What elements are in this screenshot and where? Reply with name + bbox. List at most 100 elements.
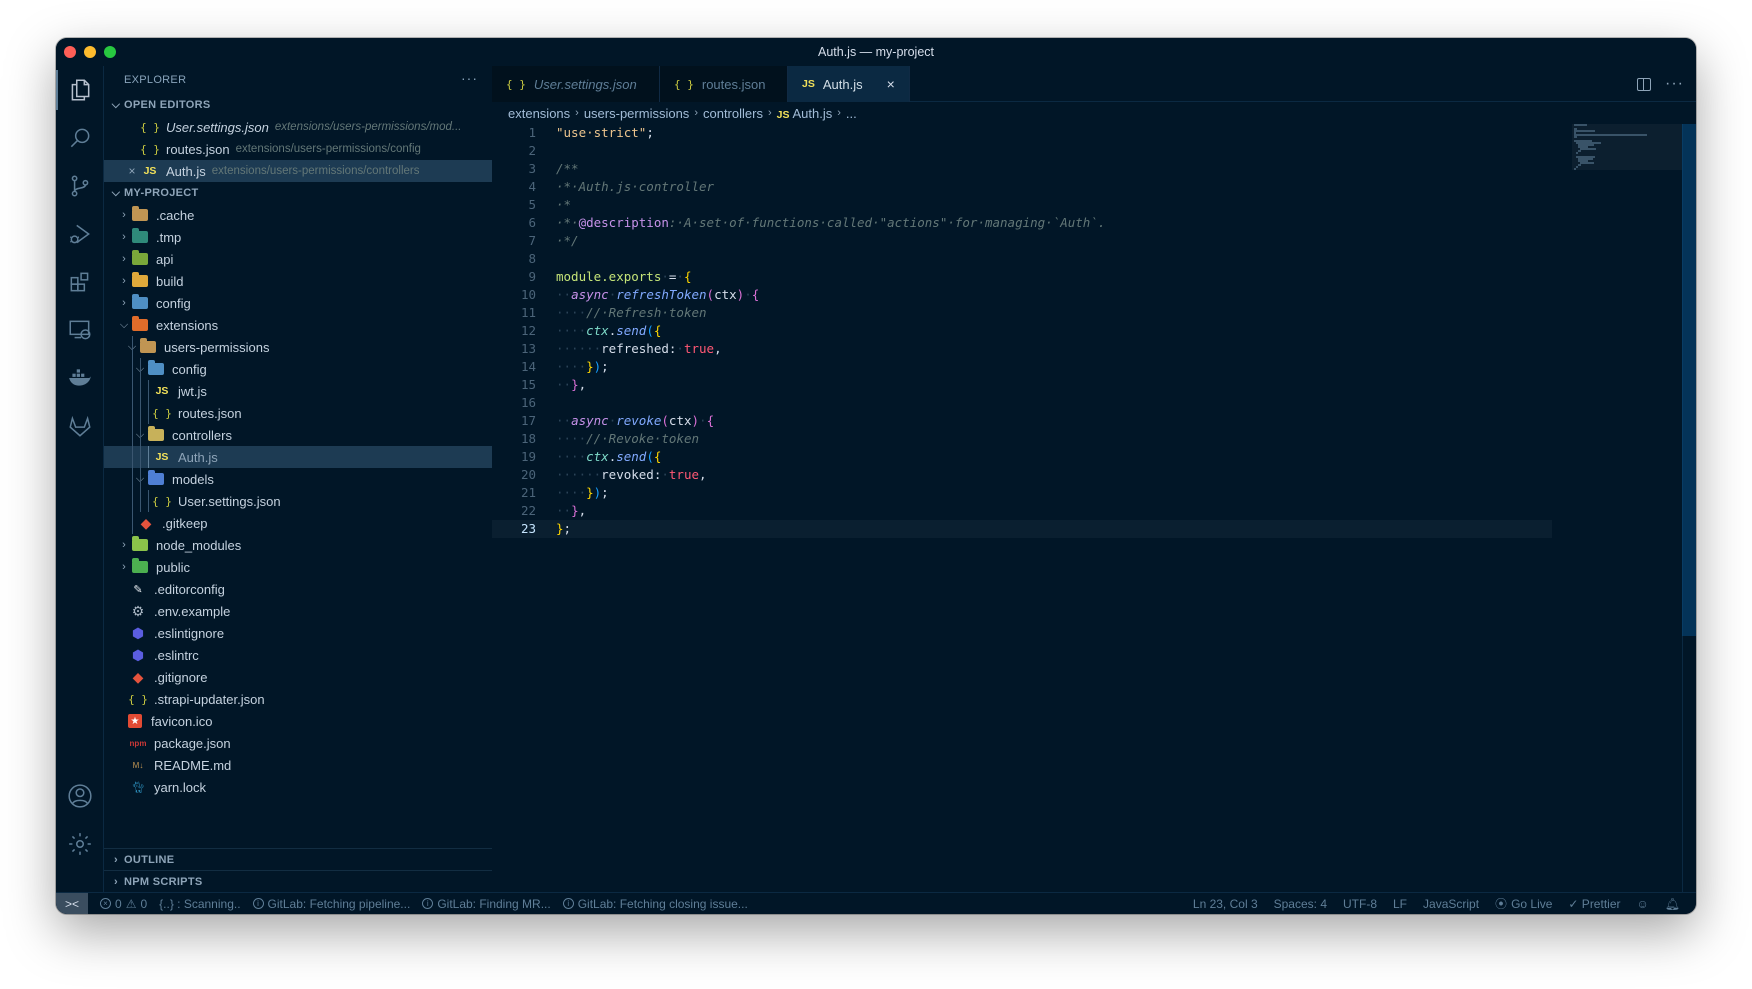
npm-scripts-section[interactable]: › NPM SCRIPTS [104, 870, 492, 892]
activity-run-debug[interactable] [56, 210, 104, 258]
chevron-right-icon[interactable]: › [116, 231, 132, 243]
tree-item[interactable]: ›{ }User.settings.json [104, 490, 492, 512]
code-line[interactable]: 8 [492, 250, 1552, 268]
activity-remote-explorer[interactable] [56, 306, 104, 354]
close-tab-icon[interactable]: × [887, 76, 895, 92]
chevron-right-icon[interactable]: › [116, 539, 132, 551]
code-line[interactable]: 5 ·* [492, 196, 1552, 214]
tree-item[interactable]: ⌵config [104, 358, 492, 380]
breadcrumb-item[interactable]: controllers [703, 106, 763, 121]
tree-item[interactable]: ›🐈︎yarn.lock [104, 776, 492, 798]
tree-item[interactable]: ›JSAuth.js [104, 446, 492, 468]
code-line[interactable]: 2 [492, 142, 1552, 160]
code-line[interactable]: 19 ····ctx.send({ [492, 448, 1552, 466]
remote-indicator[interactable]: >< [56, 892, 88, 914]
tree-item[interactable]: ›{ }.strapi-updater.json [104, 688, 492, 710]
problems-indicator[interactable]: × 0 ⚠ 0 [100, 897, 147, 911]
tree-item[interactable]: ⌵controllers [104, 424, 492, 446]
go-live-button[interactable]: ⦿ Go Live [1495, 895, 1552, 912]
scanning-status[interactable]: {..} : Scanning.. [159, 897, 240, 911]
chevron-right-icon[interactable]: › [116, 209, 132, 221]
tab-user-settings-json[interactable]: { } User.settings.json [492, 66, 660, 102]
code-line[interactable]: 12 ····ctx.send({ [492, 322, 1552, 340]
chevron-right-icon[interactable]: › [116, 561, 132, 573]
tree-item[interactable]: ⌵models [104, 468, 492, 490]
code-line[interactable]: 23}; [492, 520, 1552, 538]
gitlab-issue-status[interactable]: i GitLab: Fetching closing issue... [562, 897, 748, 911]
code-line[interactable]: 6 ·*·@description:·A·set·of·functions·cal… [492, 214, 1552, 232]
tree-item[interactable]: ›★favicon.ico [104, 710, 492, 732]
code-line[interactable]: 9 module.exports·=·{ [492, 268, 1552, 286]
tree-item[interactable]: › public [104, 556, 492, 578]
activity-search[interactable] [56, 114, 104, 162]
code-line[interactable]: 3 /** [492, 160, 1552, 178]
gitlab-mr-status[interactable]: i GitLab: Finding MR... [422, 897, 551, 911]
code-line[interactable]: 14 ····}); [492, 358, 1552, 376]
breadcrumb-item[interactable]: users-permissions [584, 106, 689, 121]
chevron-right-icon[interactable]: › [116, 297, 132, 309]
indentation[interactable]: Spaces: 4 [1274, 897, 1327, 911]
tree-item[interactable]: ›JSjwt.js [104, 380, 492, 402]
outline-section[interactable]: › OUTLINE [104, 848, 492, 870]
more-actions-icon[interactable]: ··· [461, 70, 478, 86]
code-line[interactable]: 22 ··}, [492, 502, 1552, 520]
activity-manage[interactable] [56, 820, 104, 868]
open-editor-item[interactable]: × JS Auth.js extensions/users-permissions/c… [104, 160, 492, 182]
minimize-window-button[interactable] [84, 46, 96, 58]
code-line[interactable]: 21 ····}); [492, 484, 1552, 502]
end-of-line[interactable]: LF [1393, 897, 1407, 911]
notifications-bell-icon[interactable]: 🔔︎ [1665, 897, 1680, 911]
encoding[interactable]: UTF-8 [1343, 897, 1377, 911]
activity-docker[interactable] [56, 354, 104, 402]
tab-auth-js[interactable]: JS Auth.js × [788, 66, 910, 102]
tree-item[interactable]: › build [104, 270, 492, 292]
code-line[interactable]: 10 ··async·refreshToken(ctx)·{ [492, 286, 1552, 304]
open-editors-section[interactable]: ⌵ OPEN EDITORS [104, 94, 492, 116]
cursor-position[interactable]: Ln 23, Col 3 [1193, 897, 1258, 911]
open-editor-item[interactable]: { } routes.json extensions/users-permissio… [104, 138, 492, 160]
code-line[interactable]: 1 "use·strict"; [492, 124, 1552, 142]
tree-item[interactable]: ›◆.gitignore [104, 666, 492, 688]
tree-item[interactable]: ›⬢.eslintrc [104, 644, 492, 666]
tree-item[interactable]: ›M↓README.md [104, 754, 492, 776]
tree-item[interactable]: › api [104, 248, 492, 270]
code-line[interactable]: 7 ·*/ [492, 232, 1552, 250]
tree-item[interactable]: › config [104, 292, 492, 314]
vertical-scrollbar[interactable] [1682, 124, 1696, 636]
tree-item[interactable]: ›✎.editorconfig [104, 578, 492, 600]
open-editor-item[interactable]: { } User.settings.json extensions/users-pe… [104, 116, 492, 138]
feedback-icon[interactable]: ☺ [1637, 897, 1649, 911]
close-icon[interactable]: × [124, 164, 140, 178]
tree-item[interactable]: ⌵ extensions [104, 314, 492, 336]
breadcrumb-item[interactable]: ... [846, 106, 857, 121]
breadcrumb-item[interactable]: JS Auth.js [777, 106, 833, 121]
activity-extensions[interactable] [56, 258, 104, 306]
breadcrumb-item[interactable]: extensions [508, 106, 570, 121]
code-line[interactable]: 20 ······revoked:·true, [492, 466, 1552, 484]
tree-item[interactable]: ›⚙.env.example [104, 600, 492, 622]
code-line[interactable]: 4 ·*·Auth.js·controller [492, 178, 1552, 196]
gitlab-pipeline-status[interactable]: i GitLab: Fetching pipeline... [252, 897, 410, 911]
chevron-right-icon[interactable]: › [116, 253, 132, 265]
tree-item[interactable]: ›npmpackage.json [104, 732, 492, 754]
chevron-down-icon[interactable]: ⌵ [116, 319, 132, 332]
code-line[interactable]: 17 ··async·revoke(ctx)·{ [492, 412, 1552, 430]
tree-item[interactable]: ›{ }routes.json [104, 402, 492, 424]
tree-item[interactable]: › .tmp [104, 226, 492, 248]
split-editor-icon[interactable] [1637, 77, 1652, 91]
zoom-window-button[interactable] [104, 46, 116, 58]
code-line[interactable]: 15 ··}, [492, 376, 1552, 394]
chevron-right-icon[interactable]: › [116, 275, 132, 287]
tree-item[interactable]: ›⬢.eslintignore [104, 622, 492, 644]
more-actions-icon[interactable]: ··· [1665, 75, 1684, 93]
activity-source-control[interactable] [56, 162, 104, 210]
tree-item[interactable]: ›◆.gitkeep [104, 512, 492, 534]
activity-gitlab[interactable] [56, 402, 104, 450]
close-window-button[interactable] [64, 46, 76, 58]
tree-item[interactable]: › .cache [104, 204, 492, 226]
code-line[interactable]: 13 ······refreshed:·true, [492, 340, 1552, 358]
code-line[interactable]: 11 ····//·Refresh·token [492, 304, 1552, 322]
tree-item[interactable]: › node_modules [104, 534, 492, 556]
activity-explorer[interactable] [56, 66, 104, 114]
project-section[interactable]: ⌵ MY-PROJECT [104, 182, 492, 204]
